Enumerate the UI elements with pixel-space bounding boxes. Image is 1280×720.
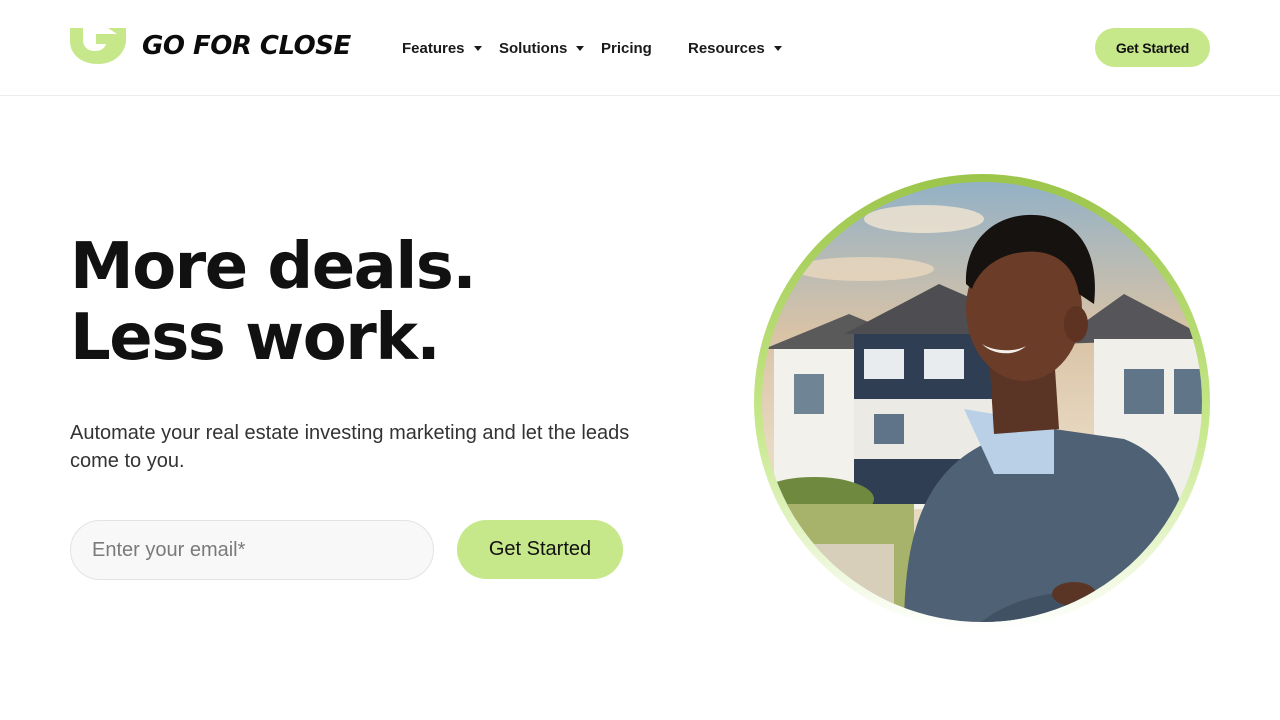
logo[interactable]: GO FOR CLOSE [70, 28, 351, 64]
g-arrow-logo-icon [70, 28, 126, 64]
hero-get-started-button[interactable]: Get Started [457, 520, 623, 579]
headline-line-1: More deals. [70, 230, 477, 304]
nav-item-label: Pricing [601, 39, 652, 57]
hero-subtext: Automate your real estate investing mark… [70, 422, 630, 472]
headline-line-2: Less work. [70, 301, 441, 375]
header-get-started-button[interactable]: Get Started [1095, 28, 1210, 67]
caret-down-icon [773, 45, 782, 51]
caret-down-icon [576, 45, 585, 51]
smiling-man-portrait-icon [754, 174, 1210, 630]
email-input[interactable] [70, 520, 434, 580]
nav-item-label: Features [402, 39, 465, 57]
caret-down-icon [473, 45, 482, 51]
logo-text: GO FOR CLOSE [142, 31, 351, 61]
nav-item-label: Solutions [499, 39, 568, 57]
site-header: GO FOR CLOSE Features Solutions Pricing … [0, 0, 1280, 96]
nav-item-resources[interactable]: Resources [688, 38, 782, 58]
nav-item-label: Resources [688, 39, 765, 57]
nav-item-pricing[interactable]: Pricing [601, 38, 652, 58]
hero-headline: More deals. Less work. [70, 232, 670, 374]
nav-item-solutions[interactable]: Solutions [499, 38, 585, 58]
nav-item-features[interactable]: Features [402, 38, 482, 58]
